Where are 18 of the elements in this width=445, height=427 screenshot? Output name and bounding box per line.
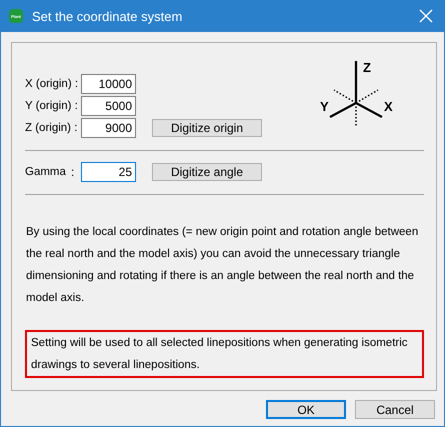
input-field[interactable]: 5000 (81, 96, 136, 116)
input-field[interactable]: 10000 (81, 74, 136, 94)
cancel-button[interactable]: Cancel (355, 400, 435, 419)
field-label: Gamma (25, 166, 67, 178)
close-icon[interactable] (419, 9, 433, 23)
input-field[interactable]: 25 (81, 162, 136, 182)
axes-drawing: Z Y X (320, 57, 400, 129)
colon-text: : (71, 165, 76, 179)
note-text: Setting will be used to all selected linepositions when generating isometric drawings to several linepositions. (25, 330, 424, 378)
digitize-origin-button[interactable]: Digitize origin (152, 119, 262, 137)
digitize-angle-button[interactable]: Digitize angle (152, 163, 262, 181)
field-label: X (origin) : (25, 78, 80, 90)
input-field[interactable]: 9000 (81, 118, 136, 138)
field-label: Z (origin) : (25, 122, 78, 134)
description-text: By using the local coordinates (= new origin point and rotation angle between the real north and the model axis) you can avoid the unnecessary triangle dimensioning and rotating if there is an angle between the real north and the model axis. (25, 225, 420, 306)
ok-button[interactable]: OK (266, 400, 346, 419)
field-label: Y (origin) : (25, 100, 79, 112)
window-title: Set the coordinate system (32, 8, 184, 24)
